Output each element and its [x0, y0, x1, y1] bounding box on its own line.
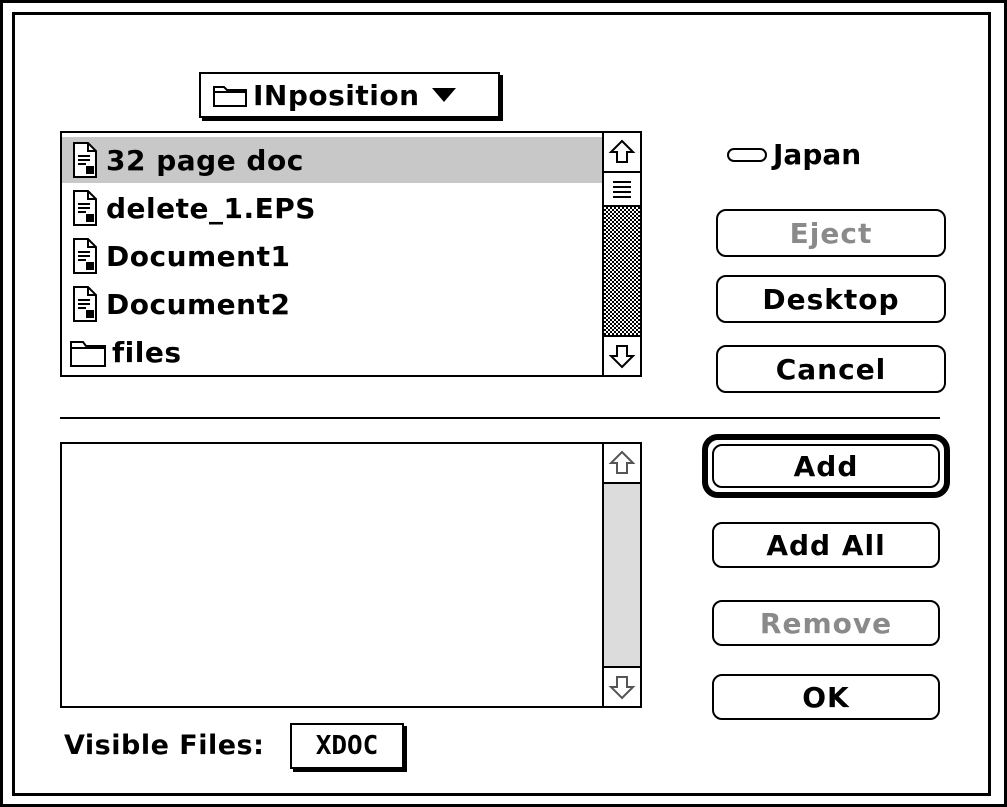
arrow-down-icon: [608, 673, 636, 701]
list-item[interactable]: Document2: [70, 281, 600, 327]
file-name: delete_1.EPS: [106, 191, 316, 225]
added-list-scrollbar[interactable]: [602, 444, 640, 706]
list-item[interactable]: Document1: [70, 233, 600, 279]
drive-icon: [727, 147, 767, 163]
scroll-thumb[interactable]: [604, 171, 640, 207]
file-name: 32 page doc: [106, 143, 304, 177]
file-name: files: [112, 335, 182, 369]
file-list[interactable]: 32 page doc delete_1.EPS Document1 Docum…: [60, 131, 642, 377]
scroll-down-button[interactable]: [604, 335, 640, 375]
folder-popup-label: INposition: [253, 78, 420, 112]
divider: [60, 417, 940, 419]
scroll-up-button[interactable]: [604, 444, 640, 484]
added-files-list[interactable]: [60, 442, 642, 708]
drive-label: Japan: [773, 138, 862, 171]
drive-indicator: Japan: [727, 138, 861, 171]
add-button[interactable]: Add: [712, 444, 940, 488]
scroll-up-button[interactable]: [604, 133, 640, 173]
folder-popup-menu[interactable]: INposition: [199, 72, 500, 118]
remove-button[interactable]: Remove: [712, 600, 940, 646]
document-icon: [70, 238, 100, 274]
file-name: Document1: [106, 239, 291, 273]
chevron-down-icon: [431, 88, 456, 102]
list-item[interactable]: 32 page doc: [62, 137, 602, 183]
cancel-button[interactable]: Cancel: [716, 345, 946, 393]
visible-files-popup[interactable]: XDOC: [290, 723, 404, 769]
list-item[interactable]: delete_1.EPS: [70, 185, 600, 231]
file-list-scrollbar[interactable]: [602, 133, 640, 375]
ok-button[interactable]: OK: [712, 674, 940, 720]
add-all-button[interactable]: Add All: [712, 522, 940, 568]
scroll-down-button[interactable]: [604, 666, 640, 706]
document-icon: [70, 286, 100, 322]
desktop-button[interactable]: Desktop: [716, 275, 946, 323]
document-icon: [70, 142, 100, 178]
arrow-up-icon: [608, 449, 636, 477]
file-name: Document2: [106, 287, 291, 321]
visible-files-label: Visible Files:: [64, 730, 265, 761]
folder-icon: [70, 337, 106, 367]
arrow-down-icon: [608, 342, 636, 370]
list-item[interactable]: files: [70, 329, 600, 375]
arrow-up-icon: [608, 138, 636, 166]
eject-button[interactable]: Eject: [716, 209, 946, 257]
folder-icon: [213, 83, 247, 107]
document-icon: [70, 190, 100, 226]
